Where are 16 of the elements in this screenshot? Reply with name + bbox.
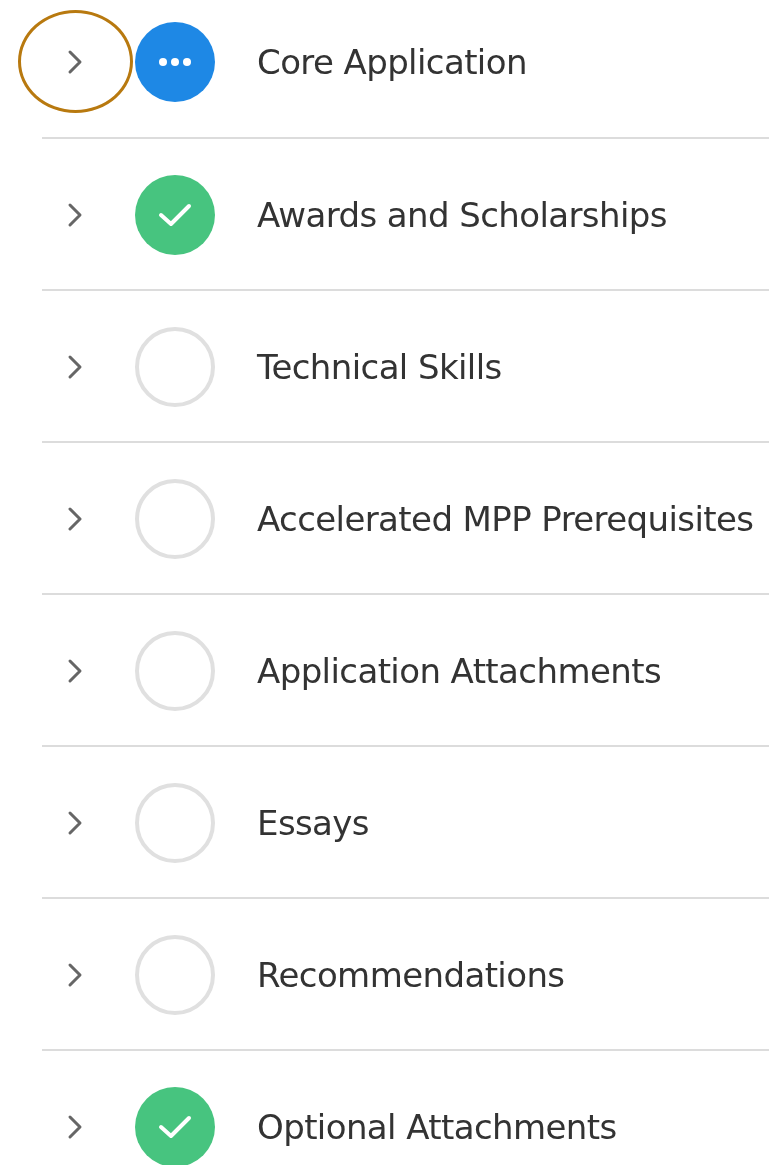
chevron-right-icon[interactable] [66,202,84,228]
section-title[interactable]: Optional Attachments [257,1107,617,1147]
chevron-right-icon[interactable] [66,810,84,836]
section-title[interactable]: Core Application [257,42,527,82]
section-title[interactable]: Application Attachments [257,651,661,691]
section-title[interactable]: Accelerated MPP Prerequisites [257,499,754,539]
chevron-right-icon[interactable] [66,354,84,380]
section-title[interactable]: Essays [257,803,369,843]
chevron-right-icon[interactable] [66,658,84,684]
section-title[interactable]: Technical Skills [257,347,502,387]
chevron-right-icon[interactable] [66,1114,84,1140]
chevron-right-icon[interactable] [66,962,84,988]
section-title[interactable]: Awards and Scholarships [257,195,667,235]
section-title[interactable]: Recommendations [257,955,565,995]
chevron-right-icon[interactable] [66,506,84,532]
chevron-right-icon[interactable] [66,49,84,75]
